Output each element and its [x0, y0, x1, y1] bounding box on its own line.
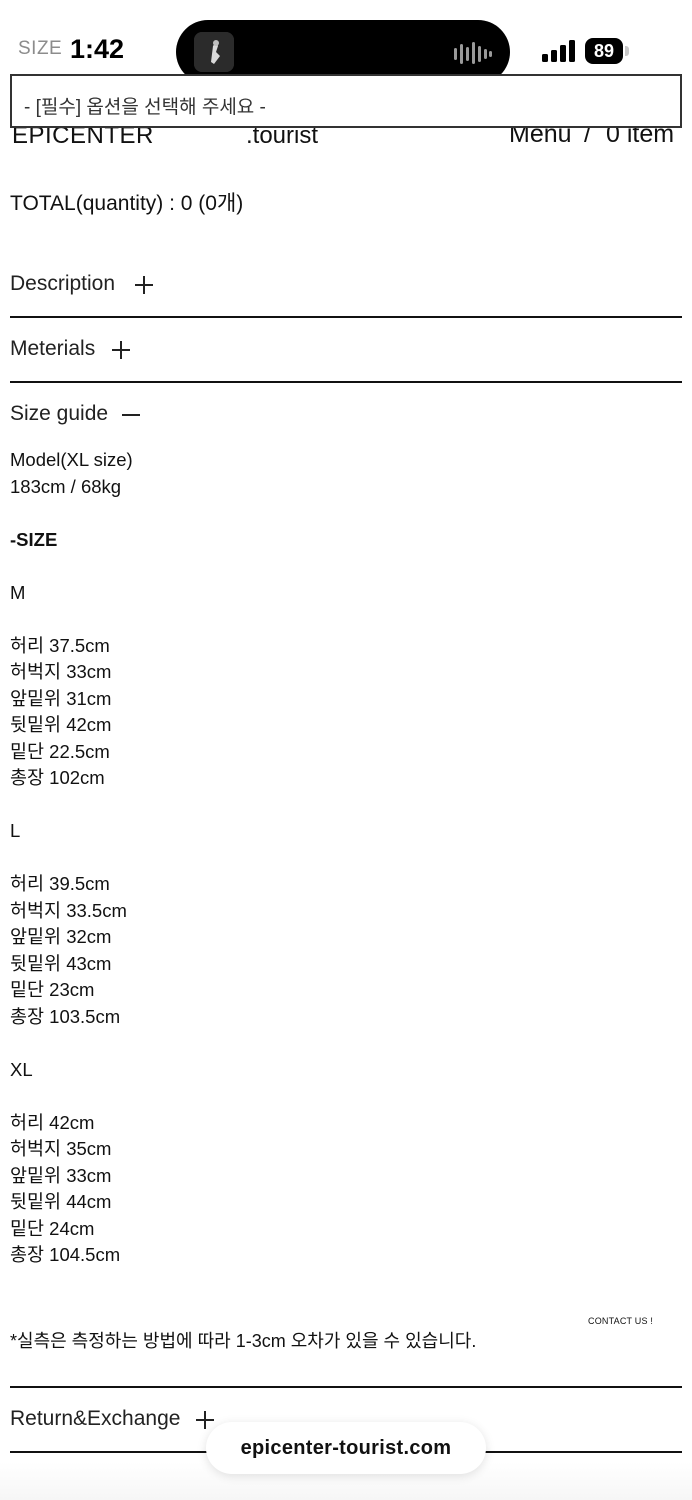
measure-line: 뒷밑위 43cm	[10, 952, 112, 974]
expand-plus-icon[interactable]	[112, 341, 130, 359]
collapse-minus-icon[interactable]	[122, 406, 140, 424]
accordion-materials-title: Meterials	[10, 337, 96, 360]
divider	[10, 316, 682, 318]
measure-line: 뒷밑위 42cm	[10, 714, 112, 735]
divider	[10, 1386, 682, 1388]
audio-wave-icon	[454, 42, 492, 64]
accordion-materials[interactable]: Meterials	[10, 333, 682, 398]
measure-line: 허리 39.5cm	[10, 873, 110, 894]
size-guide-content: Model(XL size) 183cm / 68kg -SIZE M 허리 3…	[10, 447, 670, 1269]
measure-line: 허리 37.5cm	[10, 634, 110, 656]
size-label-m: M	[10, 581, 26, 603]
measure-line: 뒷밑위 44cm	[10, 1191, 112, 1212]
accordion-return-exchange-title: Return&Exchange	[10, 1407, 181, 1430]
measure-line: 허리 42cm	[10, 1111, 95, 1133]
option-select-placeholder: - [필수] 옵션을 선택해 주세요 -	[24, 97, 266, 118]
measure-line: 앞밑위 31cm	[10, 687, 112, 709]
battery-cap	[625, 46, 629, 56]
measurement-note: *실측은 측정하는 방법에 따라 1-3cm 오차가 있을 수 있습니다.	[10, 1331, 477, 1351]
model-info: Model(XL size)	[10, 449, 133, 470]
measure-line: 허벅지 33cm	[10, 661, 112, 682]
accordion-description[interactable]: Description	[10, 268, 682, 333]
battery-level: 89	[585, 38, 623, 64]
signal-icon	[542, 40, 575, 62]
measure-line: 앞밑위 33cm	[10, 1164, 112, 1186]
measure-line: 밑단 23cm	[10, 979, 95, 1000]
model-measurements: 183cm / 68kg	[10, 475, 122, 497]
size-heading: -SIZE	[10, 528, 58, 550]
browser-url: epicenter-tourist.com	[240, 1437, 452, 1459]
size-label-l: L	[10, 820, 21, 841]
total-quantity: TOTAL(quantity) : 0 (0개)	[10, 192, 244, 215]
measure-line: 허벅지 33.5cm	[10, 899, 127, 921]
browser-address-bar[interactable]: epicenter-tourist.com	[206, 1422, 486, 1474]
accordion-size-guide-title: Size guide	[10, 402, 109, 425]
accordion-description-title: Description	[10, 272, 116, 295]
measure-line: 밑단 24cm	[10, 1217, 95, 1239]
option-select[interactable]: - [필수] 옵션을 선택해 주세요 -	[10, 74, 682, 128]
size-tag: SIZE	[18, 38, 63, 59]
measure-line: 밑단 22.5cm	[10, 740, 110, 762]
expand-plus-icon[interactable]	[196, 1411, 214, 1429]
status-time: 1:42	[70, 34, 125, 64]
expand-plus-icon[interactable]	[135, 276, 153, 294]
divider	[10, 381, 682, 383]
battery-icon: 89	[585, 38, 629, 64]
contact-us-link[interactable]: CONTACT US !	[588, 1316, 653, 1326]
measure-line: 앞밑위 32cm	[10, 926, 112, 947]
measure-line: 허벅지 35cm	[10, 1138, 112, 1159]
measure-line: 총장 103.5cm	[10, 1005, 121, 1027]
size-label-xl: XL	[10, 1058, 33, 1080]
now-playing-thumbnail	[194, 32, 234, 72]
measure-line: 총장 104.5cm	[10, 1244, 121, 1265]
measure-line: 총장 102cm	[10, 767, 105, 788]
